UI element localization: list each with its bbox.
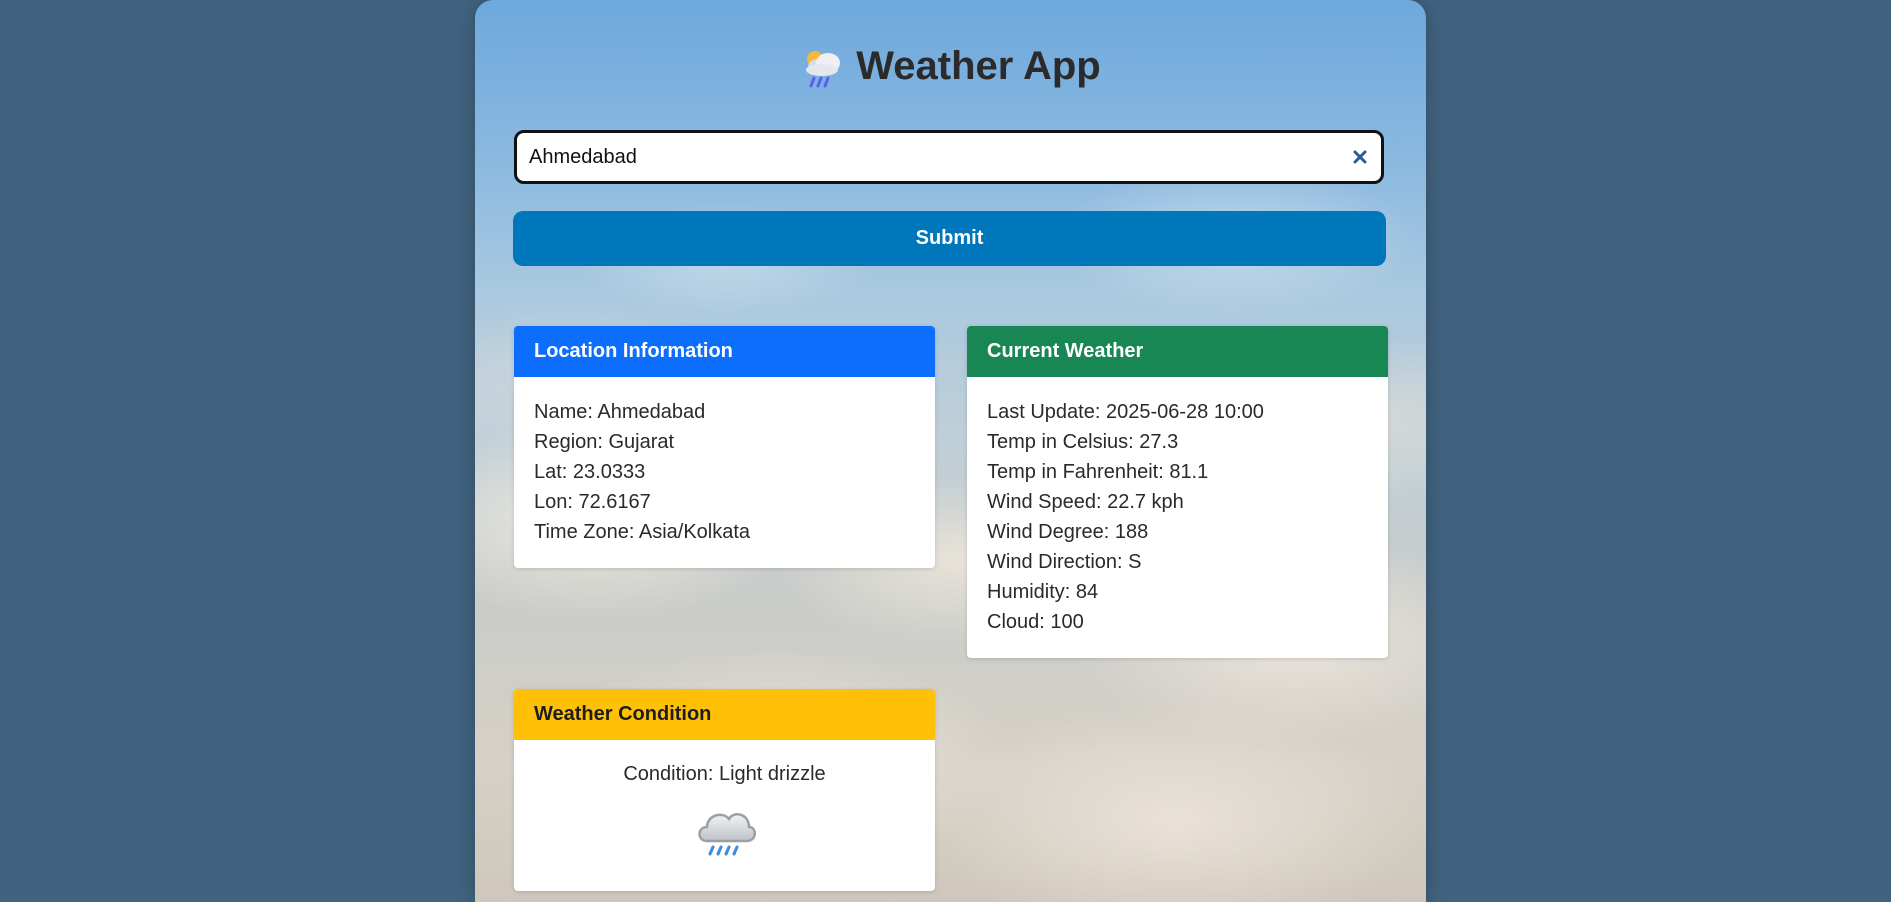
close-icon[interactable]: [1349, 146, 1371, 168]
light-drizzle-icon: [697, 813, 756, 856]
app-panel: Weather App Submit Location Information …: [475, 0, 1426, 902]
search-box[interactable]: [514, 130, 1384, 184]
app-header: Weather App: [475, 44, 1426, 89]
wind-degree: Wind Degree: 188: [987, 521, 1149, 543]
cloud-rain-sun-icon: [806, 50, 841, 87]
temp-celsius: Temp in Celsius: 27.3: [987, 431, 1179, 453]
condition-card: Weather Condition Condition: Light drizz…: [514, 689, 935, 891]
condition-card-body: Condition: Light drizzle: [514, 740, 935, 877]
last-update: Last Update: 2025-06-28 10:00: [987, 401, 1264, 423]
submit-button[interactable]: Submit: [513, 211, 1386, 266]
location-card-title: Location Information: [514, 326, 935, 377]
condition-card-title: Weather Condition: [514, 689, 935, 740]
humidity: Humidity: 84: [987, 581, 1099, 603]
wind-speed: Wind Speed: 22.7 kph: [987, 491, 1184, 513]
temp-fahrenheit: Temp in Fahrenheit: 81.1: [987, 461, 1209, 483]
condition-text: Condition: Light drizzle: [623, 763, 826, 785]
location-name: Name: Ahmedabad: [534, 401, 706, 423]
location-lon: Lon: 72.6167: [534, 491, 651, 513]
location-lat: Lat: 23.0333: [534, 461, 646, 483]
location-timezone: Time Zone: Asia/Kolkata: [534, 521, 751, 543]
current-weather-body: Last Update: 2025-06-28 10:00 Temp in Ce…: [967, 377, 1388, 655]
location-region: Region: Gujarat: [534, 431, 675, 453]
page-title: Weather App: [856, 44, 1101, 88]
location-card: Location Information Name: Ahmedabad Reg…: [514, 326, 935, 568]
location-card-body: Name: Ahmedabad Region: Gujarat Lat: 23.…: [514, 377, 935, 565]
search-input[interactable]: [527, 144, 1349, 170]
current-weather-title: Current Weather: [967, 326, 1388, 377]
wind-direction: Wind Direction: S: [987, 551, 1142, 573]
cloud: Cloud: 100: [987, 611, 1084, 633]
current-weather-card: Current Weather Last Update: 2025-06-28 …: [967, 326, 1388, 658]
